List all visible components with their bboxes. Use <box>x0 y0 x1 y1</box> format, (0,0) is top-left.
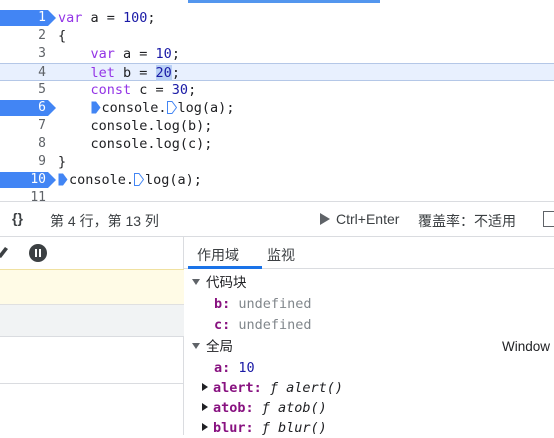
variable-value: ƒ blur() <box>261 420 327 436</box>
code-text: console. log(a); <box>58 99 234 117</box>
colon: : <box>245 400 262 416</box>
scope-variable-row[interactable]: a: 10 <box>184 358 554 378</box>
line-number[interactable]: 1 <box>0 9 50 27</box>
scope-variable-row[interactable]: b: undefined <box>184 294 554 314</box>
code-line[interactable]: 1 var a = 100; <box>0 9 554 27</box>
run-shortcut-label: Ctrl+Enter <box>336 211 400 227</box>
play-icon <box>320 213 330 225</box>
code-text: const c = 30; <box>90 82 197 98</box>
deactivate-breakpoints-icon[interactable] <box>0 244 10 260</box>
cursor-position: 第 4 行，第 13 列 <box>50 213 159 229</box>
variable-value: ƒ atob() <box>261 400 327 416</box>
scope-variable-row[interactable]: alert: ƒ alert() <box>184 378 554 398</box>
code-line[interactable]: 5 const c = 30; <box>0 81 554 99</box>
variable-name: a <box>214 360 223 376</box>
variable-name: b <box>214 296 223 312</box>
inline-breakpoint-icon[interactable] <box>58 173 68 186</box>
scope-panel: 作用域 监视 代码块 b: undefined c: undefined 全局 … <box>184 237 554 438</box>
inline-breakpoint-off-icon[interactable] <box>166 101 177 114</box>
colon: : <box>222 360 239 376</box>
line-number[interactable]: 3 <box>0 45 50 63</box>
variable-value: undefined <box>238 296 312 312</box>
active-tab-indicator <box>188 266 262 269</box>
line-number[interactable]: 6 <box>0 99 50 117</box>
variable-name: blur <box>213 420 246 436</box>
line-number[interactable]: 8 <box>0 135 50 153</box>
scope-section-title: 代码块 <box>206 275 247 290</box>
scope-variable-row[interactable]: atob: ƒ atob() <box>184 398 554 418</box>
line-number[interactable]: 9 <box>0 153 50 171</box>
variable-value: 10 <box>238 360 255 376</box>
pane-section-header[interactable] <box>0 305 184 337</box>
scope-variable-row[interactable]: c: undefined <box>184 315 554 335</box>
tab-scope[interactable]: 作用域 <box>197 245 239 265</box>
expand-arrow-icon <box>192 279 200 285</box>
debugger-toolbar <box>0 237 184 269</box>
code-line[interactable]: 11 <box>0 189 554 201</box>
variable-value: undefined <box>238 317 312 333</box>
code-text: console. log(a); <box>58 171 202 189</box>
pane-divider <box>0 383 184 384</box>
scope-type-label: Window <box>501 339 550 354</box>
code-text: let b = 20; <box>90 65 180 81</box>
code-line[interactable]: 7 console.log(b); <box>0 117 554 135</box>
code-text: var a = 100; <box>58 10 156 26</box>
code-text: } <box>58 154 67 170</box>
run-snippet-button[interactable]: Ctrl+Enter <box>320 211 399 227</box>
code-line[interactable]: 3 var a = 10; <box>0 45 554 63</box>
paused-status-panel <box>0 269 184 305</box>
expand-arrow-icon[interactable] <box>202 423 208 431</box>
sidebar-tabs: 作用域 监视 <box>184 237 554 269</box>
code-line[interactable]: 10 console. log(a); <box>0 171 554 189</box>
coverage-status: 覆盖率：不适用 <box>418 213 516 229</box>
code-line[interactable]: 4 let b = 20; <box>0 63 554 81</box>
line-number[interactable]: 10 <box>0 171 50 189</box>
variable-name: atob <box>213 400 246 416</box>
colon: : <box>222 296 239 312</box>
colon: : <box>253 380 270 396</box>
pause-on-exceptions-icon[interactable] <box>29 244 47 262</box>
code-text: console.log(c); <box>58 136 213 152</box>
variable-name: alert <box>213 380 254 396</box>
code-line[interactable]: 8 console.log(c); <box>0 135 554 153</box>
variable-name: c <box>214 317 223 333</box>
scope-section-block[interactable]: 代码块 <box>184 273 554 293</box>
scroll-indicator <box>188 0 380 3</box>
pretty-print-button[interactable]: {} <box>12 210 23 226</box>
editor-status-bar: {} 第 4 行，第 13 列 Ctrl+Enter 覆盖率：不适用 <box>0 201 554 237</box>
expand-arrow-icon <box>192 343 200 349</box>
inline-breakpoint-off-icon[interactable] <box>134 173 145 186</box>
code-text: console.log(b); <box>58 118 213 134</box>
code-line[interactable]: 2{ <box>0 27 554 45</box>
variable-value: ƒ alert() <box>269 380 344 396</box>
colon: : <box>245 420 262 436</box>
code-line[interactable]: 9} <box>0 153 554 171</box>
line-number[interactable]: 5 <box>0 81 50 99</box>
tab-watch[interactable]: 监视 <box>267 245 295 265</box>
colon: : <box>222 317 239 333</box>
scope-section-global[interactable]: 全局 Window <box>184 337 554 357</box>
scope-variable-row[interactable]: blur: ƒ blur() <box>184 418 554 438</box>
line-number[interactable]: 2 <box>0 27 50 45</box>
line-number[interactable]: 7 <box>0 117 50 135</box>
code-text: var a = 10; <box>90 46 180 62</box>
line-number[interactable]: 4 <box>0 64 50 82</box>
code-line[interactable]: 6 console. log(a); <box>0 99 554 117</box>
coverage-icon[interactable] <box>543 211 554 227</box>
inline-breakpoint-icon[interactable] <box>91 101 101 114</box>
expand-arrow-icon[interactable] <box>202 403 208 411</box>
code-editor[interactable]: 1 var a = 100; 2{3 var a = 10; 4 let b = 20… <box>0 0 554 201</box>
scope-section-title: 全局 <box>206 339 233 354</box>
debugger-sidebar <box>0 237 184 435</box>
expand-arrow-icon[interactable] <box>202 383 208 391</box>
line-number[interactable]: 11 <box>0 189 50 201</box>
code-text: { <box>58 28 67 44</box>
